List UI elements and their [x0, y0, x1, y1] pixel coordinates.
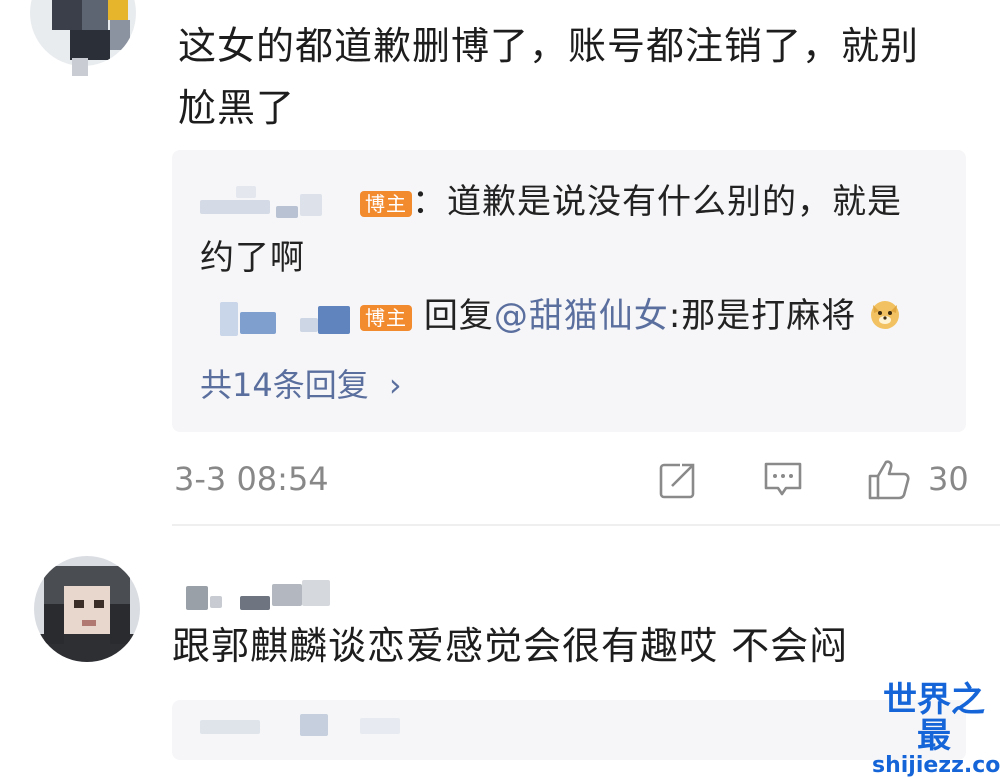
dog-emoji-icon [871, 301, 900, 329]
comment-icon[interactable] [762, 458, 804, 500]
username-blur [240, 312, 276, 334]
username-blur [200, 720, 260, 734]
comment-text-line: 这女的都道歉删博了，账号都注销了，就别 [178, 24, 920, 68]
reply-prefix: 回复 [423, 296, 494, 336]
reply-line: 博主 ：道歉是说没有什么别的，就是 [360, 176, 902, 228]
share-icon[interactable] [658, 460, 698, 500]
comment-text: 跟郭麒麟谈恋爱感觉会很有趣哎 不会闷 [172, 624, 849, 668]
reply-text: :那是打麻将 [668, 296, 857, 336]
reply-line: 约了啊 [200, 238, 305, 278]
username-blur [302, 580, 330, 606]
username-blur [210, 596, 222, 608]
watermark-logo: 世界之最 shijiezz.com [872, 680, 1000, 778]
watermark-url: shijiezz.com [872, 753, 1000, 778]
reply-line: 博主 回复@甜猫仙女:那是打麻将 [360, 290, 902, 342]
username-blur[interactable] [186, 586, 208, 610]
reply-text: ：道歉是说没有什么别的，就是 [412, 182, 902, 222]
username-blur [318, 306, 350, 334]
author-badge: 博主 [360, 190, 412, 217]
avatar[interactable] [30, 0, 136, 66]
reply-box [172, 700, 966, 760]
comment-text-line: 尬黑了 [178, 86, 296, 130]
username-blur [360, 718, 400, 734]
timestamp: 3-3 08:54 [174, 460, 329, 498]
avatar-pixel [72, 58, 88, 76]
divider [172, 524, 1000, 526]
username-blur[interactable] [220, 302, 238, 336]
avatar[interactable] [34, 556, 140, 662]
username-blur [300, 318, 318, 332]
username-blur [300, 714, 328, 736]
mention-link[interactable]: @甜猫仙女 [494, 296, 669, 336]
username-blur [300, 194, 322, 216]
chevron-right-icon: › [388, 366, 402, 404]
like-icon[interactable] [866, 456, 912, 502]
author-badge: 博主 [360, 304, 412, 331]
more-replies-label: 共14条回复 [200, 366, 369, 404]
watermark-title: 世界之最 [883, 680, 985, 756]
username-blur [272, 584, 302, 606]
username-blur [240, 596, 270, 610]
username-blur [236, 186, 256, 198]
comment-text: 这女的都道歉删博了，账号都注销了，就别 尬黑了 [178, 18, 978, 136]
like-count: 30 [928, 460, 969, 498]
username-blur[interactable] [200, 200, 270, 214]
more-replies-link[interactable]: 共14条回复 › [200, 360, 402, 406]
username-blur [276, 206, 298, 218]
